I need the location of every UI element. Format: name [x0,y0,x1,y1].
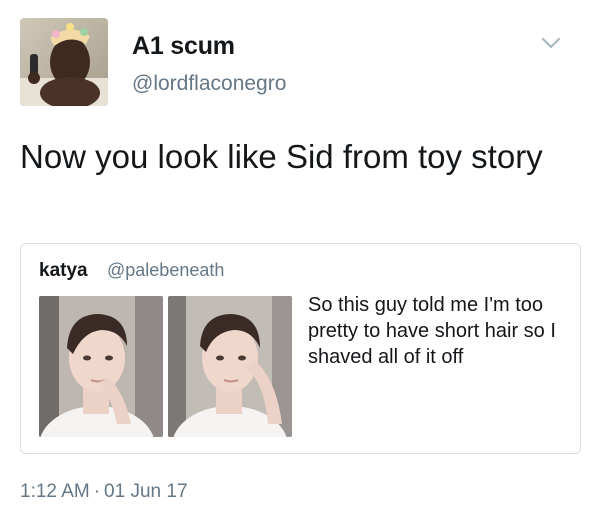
quoted-tweet-text: So this guy told me I'm too pretty to ha… [308,294,556,368]
author-avatar[interactable] [20,18,108,106]
quoted-author-handle: @palebeneath [107,260,225,280]
tweet-text: Now you look like Sid from toy story [20,138,543,175]
timestamp-separator: · [93,481,101,502]
tweet-timestamp[interactable]: 1:12 AM · 01 Jun 17 [20,481,188,503]
quoted-author-name: katya [39,260,88,281]
author-display-name[interactable]: A1 scum [132,32,235,61]
tweet-time: 1:12 AM [20,481,90,502]
author-handle[interactable]: @lordflaconegro [132,72,286,96]
quoted-tweet[interactable]: katya @palebeneath So this guy told me I… [20,243,581,454]
tweet-date: 01 Jun 17 [104,481,188,502]
tweet-card: A1 scum @lordflaconegro Now you look lik… [0,0,600,511]
quoted-photo[interactable] [39,296,163,437]
chevron-down-icon[interactable] [538,34,564,52]
quoted-photo[interactable] [168,296,292,437]
